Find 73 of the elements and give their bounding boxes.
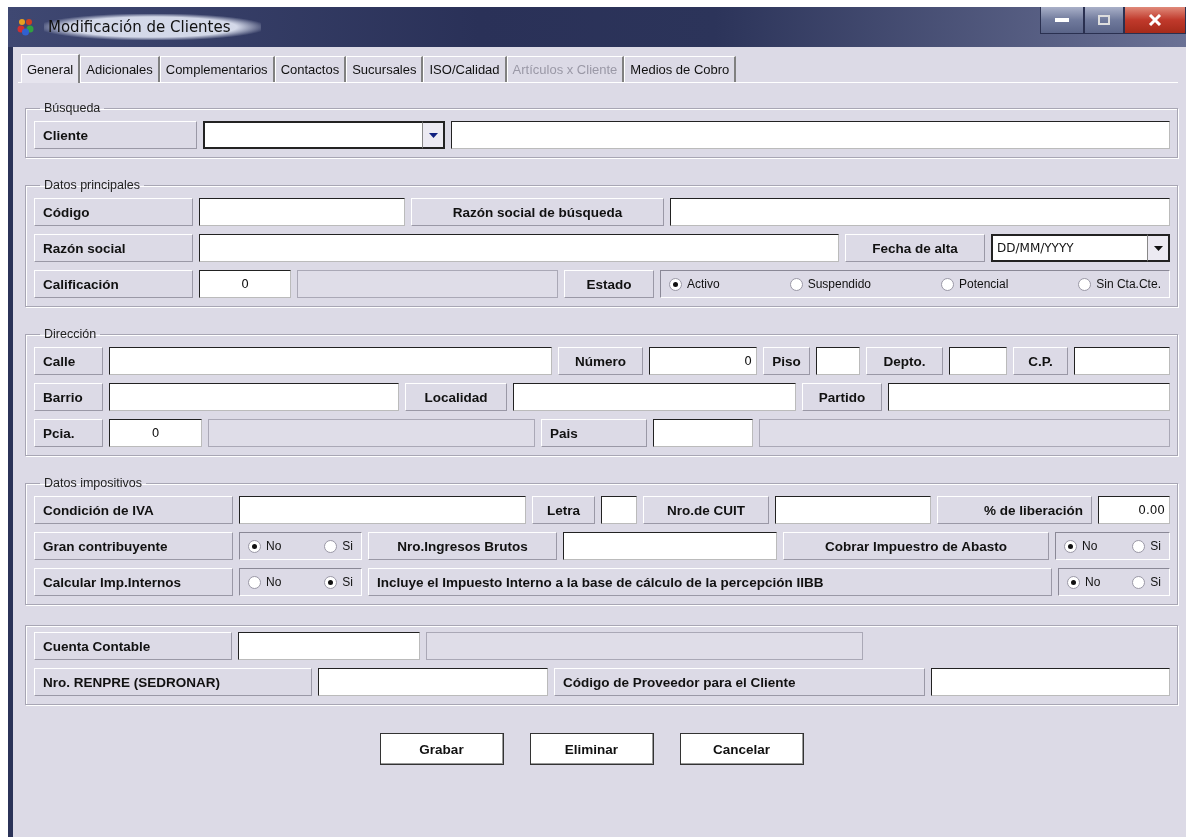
input-field[interactable]: 0 — [109, 419, 202, 447]
field-label: % de liberación — [937, 496, 1092, 524]
action-button[interactable]: Grabar — [379, 733, 504, 765]
field-label: Razón social de búsqueda — [411, 198, 664, 226]
field-label: Calcular Imp.Internos — [34, 568, 233, 596]
field-label: Partido — [802, 383, 882, 411]
radio-option[interactable]: Suspendido — [789, 277, 871, 291]
tab[interactable]: Adicionales — [80, 56, 160, 82]
group-title: Datos impositivos — [43, 476, 143, 490]
radio-label: No — [1085, 575, 1101, 589]
field-label: Barrio — [34, 383, 103, 411]
field-label: Nro. RENPRE (SEDRONAR) — [34, 668, 312, 696]
field-label: Pais — [541, 419, 647, 447]
field-label: Cobrar Impuestro de Abasto — [783, 532, 1049, 560]
radio-option[interactable]: No — [1064, 539, 1098, 553]
field-label: Nro.Ingresos Brutos — [368, 532, 557, 560]
field-label: Pcia. — [34, 419, 103, 447]
input-field[interactable]: 0 — [199, 270, 291, 298]
radio-label: Si — [1150, 575, 1161, 589]
radio-option[interactable]: Sin Cta.Cte. — [1078, 277, 1161, 291]
field-label: Condición de IVA — [34, 496, 233, 524]
group-title: Datos principales — [43, 178, 141, 192]
radio-option[interactable]: No — [248, 575, 282, 589]
radio-label: Activo — [687, 277, 720, 291]
field-label: Estado — [564, 270, 654, 298]
radio-label: Sin Cta.Cte. — [1096, 277, 1161, 291]
tab[interactable]: General — [21, 54, 81, 83]
action-button[interactable]: Eliminar — [529, 733, 654, 765]
field-label: Piso — [763, 347, 810, 375]
radio-option[interactable]: Potencial — [940, 277, 1009, 291]
field-label: C.P. — [1013, 347, 1068, 375]
action-button[interactable]: Cancelar — [679, 733, 804, 765]
radio-label: Si — [342, 575, 353, 589]
radio-label: Suspendido — [807, 277, 871, 291]
radio-label: No — [266, 575, 282, 589]
field-label: Nro.de CUIT — [643, 496, 769, 524]
field-label: Incluye el Impuesto Interno a la base de cálculo de la percepción IIBB — [368, 568, 1052, 596]
radio-option[interactable]: No — [248, 539, 282, 553]
field-label: Código de Proveedor para el Cliente — [554, 668, 925, 696]
field-label: Gran contribuyente — [34, 532, 233, 560]
field-label: Calificación — [34, 270, 193, 298]
date-field[interactable]: DD/MM/YYYY — [991, 234, 1147, 262]
field-label: Razón social — [34, 234, 193, 262]
radio-option[interactable]: No — [1067, 575, 1101, 589]
radio-label: No — [266, 539, 282, 553]
input-field[interactable]: 0.00 — [1098, 496, 1170, 524]
tab[interactable]: Contactos — [274, 56, 347, 82]
field-label: Cliente — [34, 121, 197, 149]
field-label: Código — [34, 198, 193, 226]
radio-option[interactable]: Activo — [669, 277, 720, 291]
window-title: Modificación de Clientes — [44, 14, 261, 40]
radio-option[interactable]: Si — [1132, 575, 1161, 589]
group-title: Búsqueda — [43, 101, 102, 115]
tab[interactable]: ISO/Calidad — [423, 56, 507, 82]
field-label: Calle — [34, 347, 103, 375]
field-label: Cuenta Contable — [34, 632, 232, 660]
radio-label: Potencial — [958, 277, 1009, 291]
field-label: Número — [558, 347, 643, 375]
radio-label: Si — [342, 539, 353, 553]
field-label: Letra — [532, 496, 595, 524]
radio-label: Si — [1150, 539, 1161, 553]
field-label: Fecha de alta — [845, 234, 985, 262]
field-label: Localidad — [405, 383, 507, 411]
input-field[interactable]: 0 — [649, 347, 757, 375]
radio-option[interactable]: Si — [324, 539, 353, 553]
field-label: Depto. — [866, 347, 943, 375]
tab[interactable]: Complementarios — [159, 56, 275, 82]
tab[interactable]: Medios de Cobro — [624, 56, 737, 82]
radio-option[interactable]: Si — [1132, 539, 1161, 553]
radio-label: No — [1082, 539, 1098, 553]
group-title: Dirección — [43, 327, 98, 341]
radio-option[interactable]: Si — [324, 575, 353, 589]
tab[interactable]: Sucursales — [346, 56, 424, 82]
